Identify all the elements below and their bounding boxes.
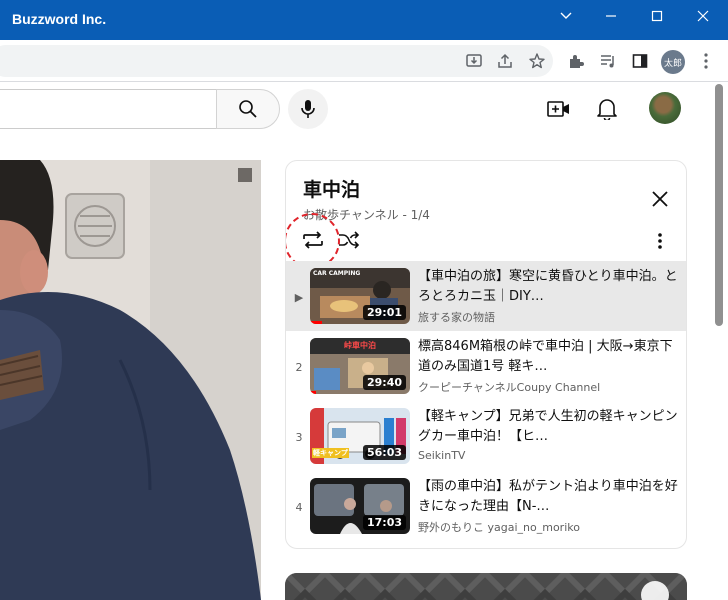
video-title[interactable]: 【車中泊の旅】寒空に黄昏ひとり車中泊。とろとろカニ玉｜DIY… [418,267,680,307]
channel-name: SeikinTV [418,449,466,462]
video-thumbnail[interactable]: 峠車中泊 29:40 [310,338,410,394]
create-button[interactable] [546,96,572,122]
playlist-item[interactable]: 3 軽キャンプ 56:03 【軽キャンプ】兄弟で人生初の軽キャンピングカー車中泊… [286,401,686,471]
share-icon[interactable] [495,51,515,71]
playlist-index: 3 [295,431,303,444]
video-thumbnail[interactable]: 17:03 [310,478,410,534]
create-video-icon [547,101,569,117]
scrollbar-thumb[interactable] [715,84,723,326]
video-duration: 29:40 [362,375,406,390]
video-player[interactable] [0,160,261,600]
playlist-index: 2 [295,361,303,374]
thumbnail-caption: 峠車中泊 [344,341,376,350]
shuffle-icon [339,231,360,249]
bell-icon [597,99,617,120]
playlist-panel: 車中泊 お散歩チャンネル - 1/4 ▶ CAR CAMPING 29:01 【… [285,160,687,549]
minimize-button[interactable] [588,0,634,32]
watch-progress-bar [310,391,316,394]
install-icon[interactable] [464,51,484,71]
browser-toolbar: 太郎 [0,40,728,82]
close-icon [697,10,709,22]
media-icon[interactable] [598,51,618,71]
voice-search-button[interactable] [288,89,328,129]
sidepanel-icon[interactable] [630,51,650,71]
close-playlist-button[interactable] [648,187,672,211]
video-duration: 56:03 [362,445,406,460]
video-thumbnail[interactable]: CAR CAMPING 29:01 [310,268,410,324]
channel-name: 旅する家の物語 [418,311,495,324]
playlist-item[interactable]: 4 17:03 【雨の車中泊】私がテント泊より車中泊を好きになった理由【N-… … [286,471,686,541]
chevron-down-icon [560,12,572,19]
video-duration: 17:03 [362,515,406,530]
now-playing-indicator: ▶ [294,291,304,304]
maximize-icon [651,10,663,22]
minimize-icon [606,15,616,17]
profile-avatar[interactable]: 太郎 [661,50,685,74]
extensions-icon[interactable] [566,51,586,71]
mic-icon [301,100,315,118]
close-icon [652,191,668,207]
star-icon[interactable] [527,51,547,71]
video-thumbnail[interactable]: 軽キャンプ 56:03 [310,408,410,464]
channel-name: 野外のもりこ yagai_no_moriko [418,521,580,534]
video-title[interactable]: 【軽キャンプ】兄弟で人生初の軽キャンピングカー車中泊！【ヒ… [418,407,680,447]
watch-progress-bar [310,321,322,324]
video-frame [0,160,261,600]
thumbnail-caption: 軽キャンプ [312,448,349,458]
recommendation-card[interactable] [285,573,687,600]
kebab-icon [658,233,662,249]
close-window-button[interactable] [680,0,726,32]
notifications-button[interactable] [594,96,620,122]
channel-name: クーピーチャンネルCoupy Channel [418,381,601,394]
maximize-button[interactable] [634,0,680,32]
window-title: Buzzword Inc. [12,11,107,27]
playlist-item[interactable]: ▶ CAR CAMPING 29:01 【車中泊の旅】寒空に黄昏ひとり車中泊。と… [286,261,686,331]
search-input[interactable] [0,89,216,129]
video-title[interactable]: 標高846M箱根の峠で車中泊 | 大阪→東京下道のみ国道1号 軽キ… [418,337,680,377]
search-button[interactable] [216,89,280,129]
playlist-title[interactable]: 車中泊 [303,175,360,202]
playlist-index: 4 [295,501,303,514]
video-title[interactable]: 【雨の車中泊】私がテント泊より車中泊を好きになった理由【N-… [418,477,680,517]
video-duration: 29:01 [362,305,406,320]
card-background [285,573,687,600]
playlist-item[interactable]: 2 峠車中泊 29:40 標高846M箱根の峠で車中泊 | 大阪→東京下道のみ国… [286,331,686,401]
search-icon [239,100,257,118]
playlist-more-button[interactable] [648,229,672,253]
window-titlebar: Buzzword Inc. [0,0,728,40]
kebab-icon[interactable] [696,51,716,71]
account-avatar[interactable] [649,92,681,124]
thumbnail-caption: CAR CAMPING [313,270,361,277]
tab-search-button[interactable] [543,0,589,32]
